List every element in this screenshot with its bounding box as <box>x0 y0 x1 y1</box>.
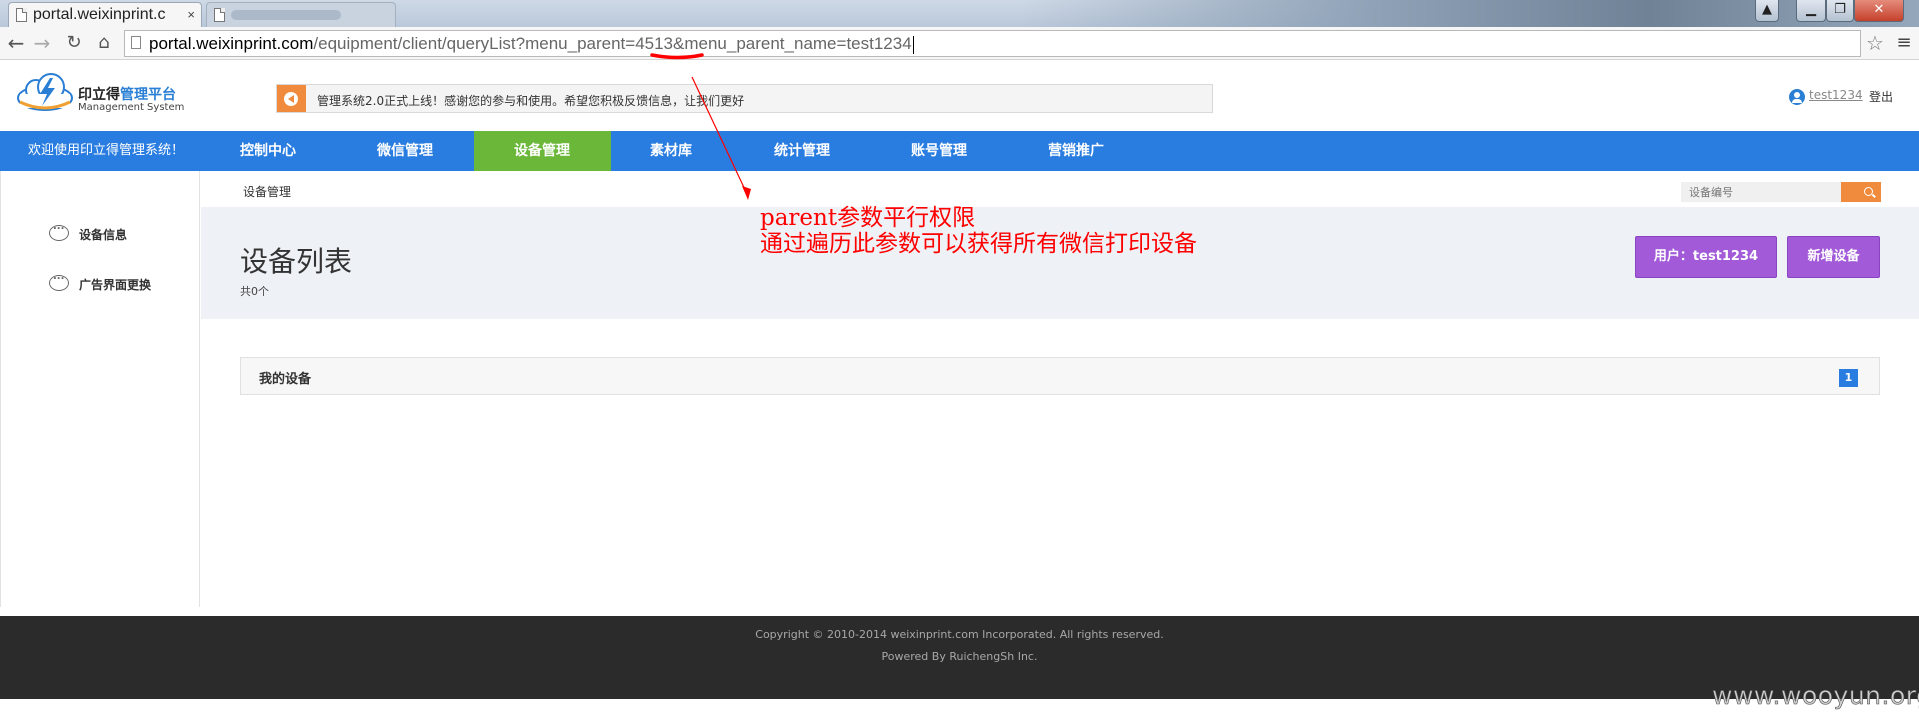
chat-bubble-icon <box>49 271 69 291</box>
username-link[interactable]: test1234 <box>1809 88 1863 102</box>
panel-title: 我的设备 <box>259 372 312 387</box>
footer: Copyright © 2010-2014 weixinprint.com In… <box>0 616 1919 699</box>
chat-bubble-icon <box>49 221 69 241</box>
speaker-icon <box>277 85 306 112</box>
page-icon <box>131 36 141 49</box>
nav-item-materials[interactable]: 素材库 <box>638 131 775 171</box>
page-number-badge[interactable]: 1 <box>1839 369 1858 387</box>
desktop-background <box>1019 0 1919 27</box>
welcome-text: 欢迎使用印立得管理系统！ <box>28 143 185 158</box>
nav-item-statistics[interactable]: 统计管理 <box>762 131 899 171</box>
user-icon <box>1789 89 1805 105</box>
forward-icon[interactable]: → <box>30 31 54 55</box>
maximize-icon[interactable]: ❐ <box>1826 0 1854 22</box>
url-path: /equipment/client/queryList?menu_parent=… <box>313 34 912 53</box>
powered-by-text: Powered By RuichengSh Inc. <box>881 650 1038 663</box>
logout-link[interactable]: 登出 <box>1869 88 1893 105</box>
sidebar-item-label: 广告界面更换 <box>79 278 152 292</box>
url-host: portal.weixinprint.com <box>149 34 314 53</box>
star-icon[interactable]: ☆ <box>1864 30 1886 56</box>
notice-text: 管理系统2.0正式上线！感谢您的参与和使用。希望您积极反馈信息，让我们更好 <box>317 94 745 108</box>
search-icon[interactable] <box>1841 182 1881 202</box>
nav-item-control-center[interactable]: 控制中心 <box>228 131 365 171</box>
nav-item-marketing[interactable]: 营销推广 <box>1036 131 1173 171</box>
cloud-logo-icon <box>17 73 73 111</box>
window-user-icon[interactable]: ▲ <box>1755 0 1779 22</box>
browser-toolbar: ← → ↻ ⌂ portal.weixinprint.com/equipment… <box>0 27 1919 60</box>
page-title: 设备列表 <box>240 245 353 278</box>
logo-brand-text: 印立得管理平台 <box>78 84 176 104</box>
browser-tab-inactive[interactable] <box>206 2 396 27</box>
blurred-tab-title <box>231 9 341 20</box>
nav-item-accounts[interactable]: 账号管理 <box>899 131 1036 171</box>
nav-item-devices[interactable]: 设备管理 <box>474 131 611 171</box>
page-icon <box>214 8 225 22</box>
minimize-icon[interactable]: ▁ <box>1796 0 1826 22</box>
arrow-head-icon <box>742 186 751 200</box>
search-input[interactable] <box>1681 182 1841 202</box>
watermark: www.wooyun.org <box>1712 681 1919 711</box>
annotation-line-2: 通过遍历此参数可以获得所有微信打印设备 <box>760 231 1197 257</box>
annotation-line-1: parent参数平行权限 <box>760 205 976 231</box>
text-cursor <box>912 35 914 54</box>
my-devices-panel: 我的设备 1 <box>240 357 1880 395</box>
home-icon[interactable]: ⌂ <box>92 31 116 55</box>
device-search <box>1681 182 1881 202</box>
site-logo[interactable]: 印立得管理平台 Management System <box>16 70 186 118</box>
address-bar[interactable]: portal.weixinprint.com/equipment/client/… <box>124 30 1861 57</box>
back-icon[interactable]: ← <box>4 31 28 55</box>
page-icon <box>16 8 27 22</box>
menu-icon[interactable]: ≡ <box>1894 32 1914 54</box>
breadcrumb: 设备管理 <box>243 185 292 199</box>
logo-highlight: 管理平台 <box>120 87 176 103</box>
tab-title: portal.weixinprint.c <box>33 6 166 23</box>
browser-tab-active[interactable]: portal.weixinprint.c × <box>8 2 202 27</box>
reload-icon[interactable]: ↻ <box>62 31 86 55</box>
close-window-icon[interactable]: ✕ <box>1854 0 1904 22</box>
main-nav: 欢迎使用印立得管理系统！ 控制中心 微信管理 设备管理 素材库 统计管理 账号管… <box>0 131 1919 171</box>
user-button[interactable]: 用户：test1234 <box>1635 236 1777 278</box>
logo-prefix: 印立得 <box>78 87 120 103</box>
sidebar: 设备信息 广告界面更换 <box>0 171 200 607</box>
device-count: 共0个 <box>240 285 269 298</box>
close-tab-icon[interactable]: × <box>187 3 195 27</box>
logo-subtitle: Management System <box>78 102 185 113</box>
browser-titlebar: portal.weixinprint.c × ▲ ▁ ❐ ✕ <box>0 0 1919 27</box>
notice-bar: 管理系统2.0正式上线！感谢您的参与和使用。希望您积极反馈信息，让我们更好 <box>276 84 1213 113</box>
security-annotation: parent参数平行权限 通过遍历此参数可以获得所有微信打印设备 <box>760 205 1197 257</box>
add-device-button[interactable]: 新增设备 <box>1787 236 1880 278</box>
sidebar-item-label: 设备信息 <box>79 228 128 242</box>
copyright-text: Copyright © 2010-2014 weixinprint.com In… <box>755 628 1164 641</box>
